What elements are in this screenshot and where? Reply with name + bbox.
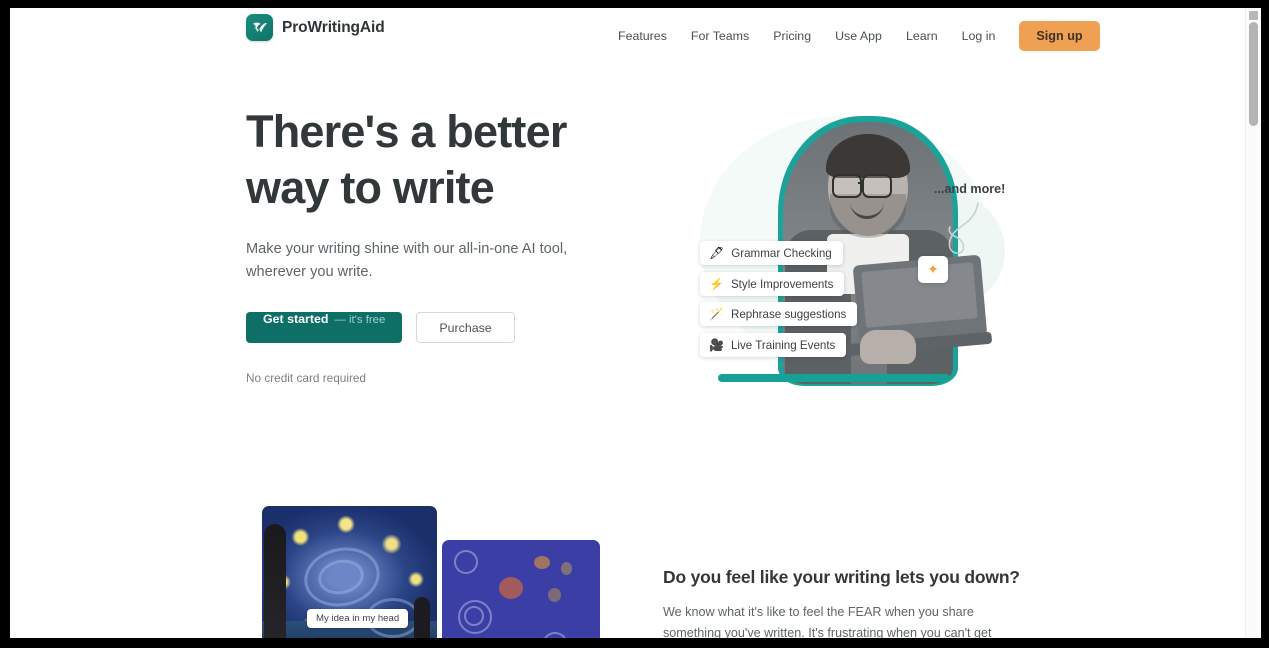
cypress-tree-small: [414, 597, 430, 638]
page-title: There's a better way to write: [246, 106, 567, 213]
glasses-bridge: [858, 182, 864, 185]
hand: [860, 330, 916, 364]
nav-link-learn[interactable]: Learn: [894, 25, 950, 47]
feature-pill-live-training-events: 🎥 Live Training Events: [700, 333, 847, 357]
doodle-blob: [548, 588, 561, 602]
section2-body: We know what it's like to feel the FEAR …: [663, 605, 992, 638]
get-started-label: Get started: [263, 312, 329, 326]
sign-up-button[interactable]: Sign up: [1019, 21, 1100, 51]
browser-window: ProWritingAid Features For Teams Pricing…: [0, 0, 1269, 648]
feature-pill-rephrase-suggestions: 🪄 Rephrase suggestions: [700, 302, 858, 326]
hero-subtitle: Make your writing shine with our all-in-…: [246, 241, 568, 280]
get-started-button[interactable]: Get started — it's free: [246, 312, 403, 343]
hero-cta-group: Get started — it's free Purchase: [246, 312, 646, 343]
purchase-button[interactable]: Purchase: [416, 312, 515, 343]
main-nav: Features For Teams Pricing Use App Learn…: [606, 21, 1100, 51]
doodle-blob: [534, 556, 550, 569]
section2-title: Do you feel like your writing lets you d…: [663, 567, 1020, 587]
hero-illustration: 🖋 Grammar Checking ⚡ Style Improvements …: [660, 98, 1060, 398]
idea-caption: My idea in my head: [307, 609, 409, 628]
logo-text: ProWritingAid: [282, 18, 385, 36]
feature-pill-label: Style Improvements: [730, 277, 834, 291]
feature-pill-label: Live Training Events: [730, 338, 836, 352]
nav-link-for-teams[interactable]: For Teams: [679, 25, 761, 47]
doodle-spiral-icon: [454, 550, 478, 574]
nav-link-log-in[interactable]: Log in: [950, 25, 1008, 47]
pen-icon: 🖋: [709, 246, 725, 260]
no-credit-card-note: No credit card required: [246, 371, 366, 385]
glasses-lens-right: [862, 174, 892, 198]
site-header: ProWritingAid Features For Teams Pricing…: [10, 8, 1261, 56]
scroll-up-icon[interactable]: [1249, 11, 1258, 20]
magic-wand-icon: 🪄: [709, 307, 724, 321]
lightning-icon: ⚡: [709, 277, 724, 291]
feature-pill-style-improvements: ⚡ Style Improvements: [700, 272, 845, 296]
cypress-tree: [264, 524, 286, 638]
section2-copy: Do you feel like your writing lets you d…: [663, 567, 1020, 638]
prowritingaid-homepage: ProWritingAid Features For Teams Pricing…: [10, 8, 1261, 638]
logo[interactable]: ProWritingAid: [246, 14, 385, 41]
feature-pill-label: Rephrase suggestions: [730, 307, 847, 321]
get-started-note: — it's free: [334, 314, 386, 326]
nav-link-pricing[interactable]: Pricing: [761, 25, 823, 47]
doodle-blob: [499, 577, 523, 599]
hair: [826, 134, 910, 178]
loop-arrow-icon: [948, 202, 979, 254]
teal-underline: [718, 374, 950, 382]
page-viewport: ProWritingAid Features For Teams Pricing…: [10, 8, 1261, 638]
doodle-blob: [561, 562, 572, 575]
vertical-scrollbar[interactable]: [1245, 8, 1261, 638]
feature-pill-grammar-checking: 🖋 Grammar Checking: [700, 241, 843, 265]
hero-copy: There's a better way to write Make your …: [246, 104, 646, 385]
nav-link-use-app[interactable]: Use App: [823, 25, 894, 47]
glasses-lens-left: [832, 174, 862, 198]
vertical-scroll-thumb[interactable]: [1249, 22, 1258, 126]
feature-pill-label: Grammar Checking: [731, 246, 832, 260]
prowritingaid-logo-icon: [246, 14, 273, 41]
video-camera-icon: 🎥: [709, 338, 724, 352]
doodle-board: [442, 540, 600, 638]
nav-link-features[interactable]: Features: [606, 25, 679, 47]
and-more-callout: ...and more!: [934, 182, 1006, 196]
doodle-spiral-icon: [542, 632, 568, 638]
doodle-spiral-icon: [464, 606, 484, 626]
sparkle-icon: ✦: [918, 256, 948, 283]
starry-night-illustration: My idea in my head: [252, 497, 600, 638]
